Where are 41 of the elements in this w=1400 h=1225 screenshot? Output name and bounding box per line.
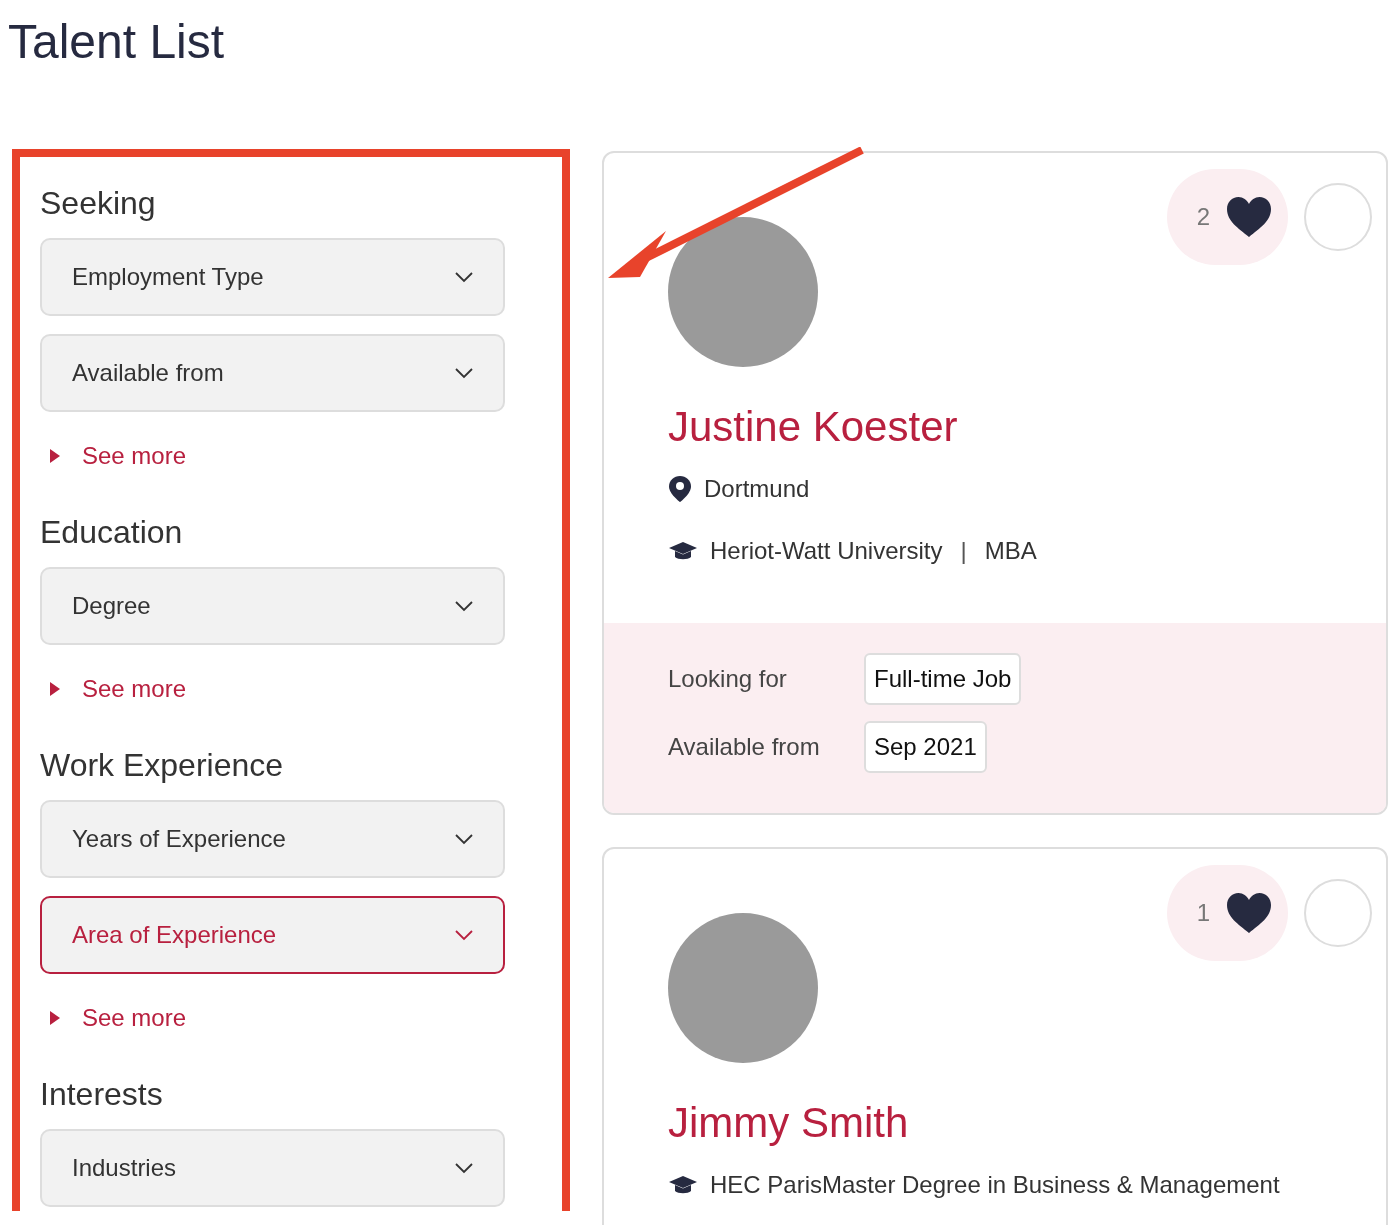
separator-text: | bbox=[960, 537, 967, 565]
dropdown[interactable]: Industries bbox=[40, 1129, 505, 1207]
talent-name[interactable]: Justine Koester bbox=[668, 403, 1386, 451]
section-heading: Interests bbox=[40, 1076, 164, 1113]
chevron-down-icon bbox=[455, 271, 473, 283]
chevron-down-icon bbox=[455, 1162, 473, 1174]
detail-tag: Sep 2021 bbox=[864, 721, 987, 773]
school-text: HEC ParisMaster Degree in Business & Management bbox=[710, 1171, 1280, 1199]
dropdown[interactable]: Employment Type bbox=[40, 238, 505, 316]
detail-tag: Full-time Job bbox=[864, 653, 1022, 705]
section-heading: Work Experience bbox=[40, 747, 285, 784]
heart-icon bbox=[1226, 196, 1272, 238]
see-more-link[interactable]: See more bbox=[40, 1004, 505, 1032]
dropdown[interactable]: Available from bbox=[40, 334, 505, 412]
chevron-down-icon bbox=[455, 367, 473, 379]
see-more-link[interactable]: See more bbox=[40, 442, 505, 470]
school-text: Heriot-Watt University bbox=[710, 537, 943, 565]
chevron-down-icon bbox=[455, 929, 473, 941]
see-more-link[interactable]: See more bbox=[40, 675, 505, 703]
dropdown[interactable]: Years of Experience bbox=[40, 800, 505, 878]
dropdown[interactable]: Area of Experience bbox=[40, 896, 505, 974]
section-heading: Education bbox=[40, 514, 184, 551]
chevron-down-icon bbox=[455, 600, 473, 612]
talent-name[interactable]: Jimmy Smith bbox=[668, 1099, 1386, 1147]
location-pin-icon bbox=[668, 475, 692, 503]
like-counter[interactable]: 1 bbox=[1166, 865, 1288, 961]
detail-label: Available from bbox=[668, 733, 821, 761]
dropdown[interactable]: Degree bbox=[40, 567, 505, 645]
location-text: Dortmund bbox=[704, 475, 810, 503]
triangle-right-icon bbox=[50, 682, 60, 696]
detail-label: Looking for bbox=[668, 665, 788, 693]
section-heading: Seeking bbox=[40, 185, 157, 222]
graduation-cap-icon bbox=[668, 541, 698, 561]
page-title: Talent List bbox=[7, 14, 226, 70]
heart-icon bbox=[1226, 892, 1272, 934]
triangle-right-icon bbox=[50, 1011, 60, 1025]
degree-text: MBA bbox=[984, 537, 1037, 565]
chevron-down-icon bbox=[455, 833, 473, 845]
triangle-right-icon bbox=[50, 449, 60, 463]
graduation-cap-icon bbox=[668, 1175, 698, 1195]
like-counter[interactable]: 2 bbox=[1166, 169, 1288, 265]
